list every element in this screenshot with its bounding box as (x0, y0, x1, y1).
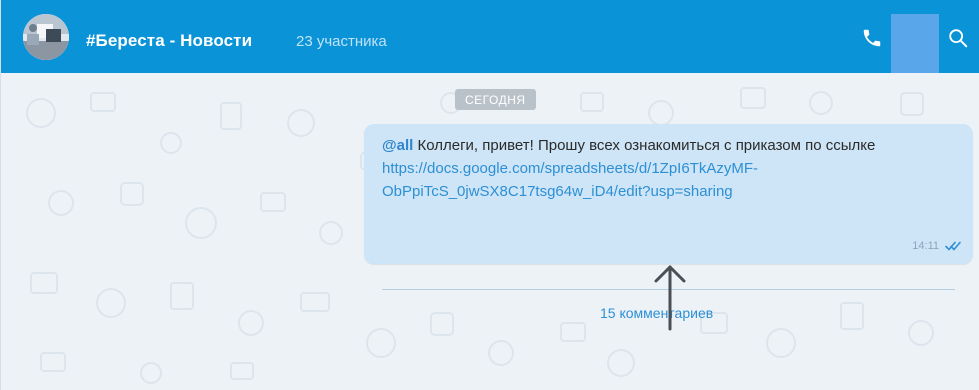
annotation-arrow-icon (654, 265, 686, 331)
phone-icon (863, 29, 881, 47)
search-icon (949, 29, 968, 48)
chat-header: #Береста - Новости 23 участника (1, 0, 979, 73)
chat-window: #Береста - Новости 23 участника СЕГОДНЯ … (0, 0, 979, 390)
chat-title[interactable]: #Береста - Новости (86, 31, 252, 51)
message-time: 14:11 (912, 240, 939, 252)
message-meta: 14:11 (912, 240, 963, 252)
message-bubble[interactable]: @all Коллеги, привет! Прошу всех ознаком… (364, 124, 973, 321)
highlight-overlay (891, 14, 939, 73)
double-check-icon (945, 241, 961, 251)
message-body: Коллеги, привет! Прошу всех ознакомиться… (413, 137, 876, 154)
call-button[interactable] (859, 25, 885, 51)
message-area[interactable]: СЕГОДНЯ @all Коллеги, привет! Прошу всех… (1, 73, 979, 390)
member-count[interactable]: 23 участника (296, 33, 387, 50)
mention-tag[interactable]: @all (382, 137, 413, 154)
message-link[interactable]: https://docs.google.com/spreadsheets/d/1… (382, 160, 758, 200)
message-text: @all Коллеги, привет! Прошу всех ознаком… (382, 134, 942, 203)
date-separator: СЕГОДНЯ (455, 89, 536, 110)
search-button[interactable] (945, 25, 971, 51)
group-avatar[interactable] (23, 14, 69, 60)
